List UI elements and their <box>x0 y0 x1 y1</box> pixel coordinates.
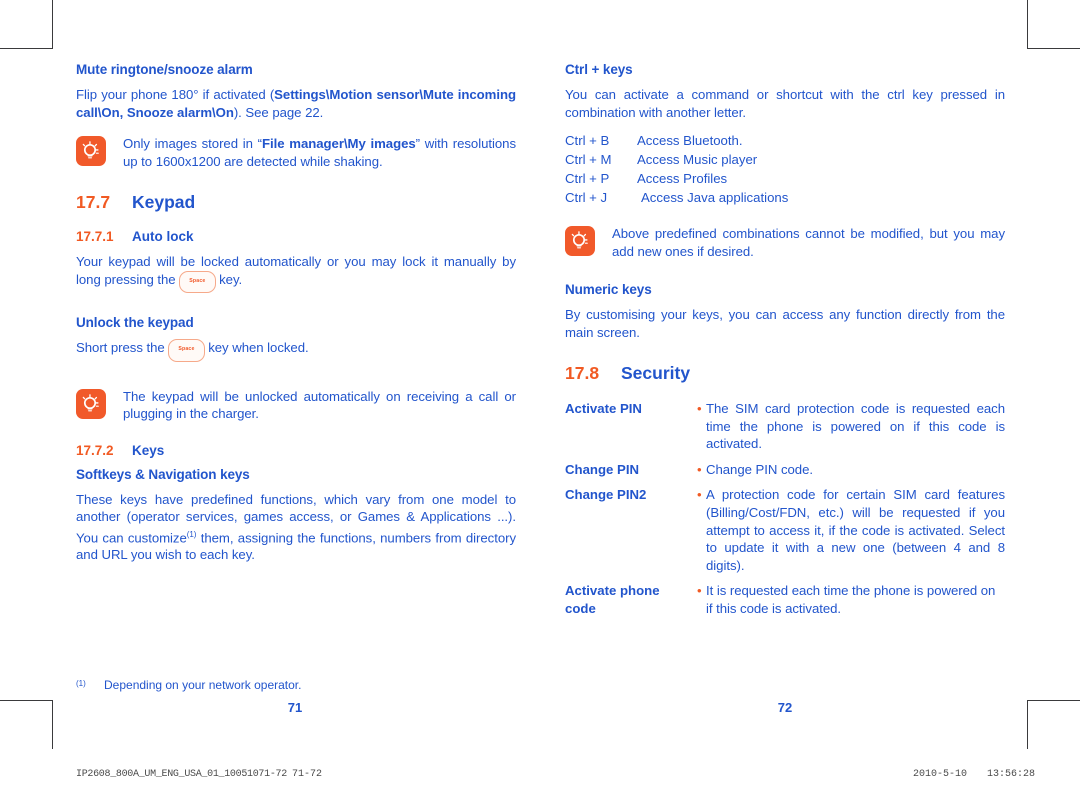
subsection-number-keys: 17.7.2 <box>76 442 114 458</box>
security-table-row: Activate phone code • It is requested ea… <box>565 582 1005 617</box>
mute-paragraph-pre: Flip your phone 180° if activated ( <box>76 87 275 102</box>
security-table-row: Activate PIN • The SIM card protection c… <box>565 400 1005 453</box>
subsection-title-auto-lock: 17.7.1 Auto lock <box>76 229 516 244</box>
numeric-keys-heading: Numeric keys <box>565 282 652 297</box>
ctrl-shortcut-combo: Ctrl + B <box>565 133 610 148</box>
bullet-icon: • <box>697 461 702 477</box>
tip-callout-images-text: Only images stored in “File manager\My i… <box>123 135 516 170</box>
mute-ringtone-heading: Mute ringtone/snooze alarm <box>76 62 253 77</box>
print-page-range: 71-72 <box>292 769 323 780</box>
ctrl-shortcut-combo: Ctrl + M <box>565 152 612 167</box>
security-description: • It is requested each time the phone is… <box>697 582 1005 617</box>
unlock-keypad-paragraph: Short press the Space key when locked. <box>76 339 516 362</box>
print-slug-line: IP2608_800A_UM_ENG_USA_01_10051071-72 71… <box>0 765 1080 787</box>
auto-lock-text-pre: Your keypad will be locked automatically… <box>76 254 516 287</box>
security-term: Activate phone code <box>565 583 660 616</box>
lightbulb-icon <box>565 226 595 256</box>
page-right: Ctrl + keys You can activate a command o… <box>565 62 1005 626</box>
footnote-text: Depending on your network operator. <box>104 678 302 692</box>
page-number-right: 72 <box>777 700 793 715</box>
print-filename: IP2608_800A_UM_ENG_USA_01_10051071-72 <box>76 769 287 780</box>
space-key-glyph: Space <box>179 270 216 293</box>
mute-paragraph-post: ). See page 22. <box>233 104 324 120</box>
security-description: • The SIM card protection code is reques… <box>697 400 1005 453</box>
security-table-row: Change PIN • Change PIN code. <box>565 461 1005 479</box>
section-title-security: 17.8 Security <box>565 363 1005 384</box>
softkeys-paragraph: These keys have predefined functions, wh… <box>76 491 516 564</box>
security-description-text: The SIM card protection code is requeste… <box>706 401 1005 452</box>
page-spread: Mute ringtone/snooze alarm Flip your pho… <box>0 0 1080 740</box>
security-description-text: Change PIN code. <box>706 461 813 477</box>
tip-images-path: File manager\My images <box>262 136 416 151</box>
space-key-glyph: Space <box>168 339 205 362</box>
auto-lock-paragraph: Your keypad will be locked automatically… <box>76 253 516 293</box>
subsection-title-keys: 17.7.2 Keys <box>76 443 516 458</box>
tip-callout-unlock: The keypad will be unlocked automaticall… <box>76 388 516 423</box>
tip-callout-images: Only images stored in “File manager\My i… <box>76 135 516 170</box>
security-definition-table: Activate PIN • The SIM card protection c… <box>565 400 1005 618</box>
section-name-keypad: Keypad <box>132 192 196 212</box>
subsection-name-auto-lock: Auto lock <box>132 229 194 244</box>
footnote-marker: (1) <box>76 679 86 688</box>
softkeys-heading: Softkeys & Navigation keys <box>76 466 250 482</box>
section-name-security: Security <box>621 363 691 383</box>
print-date: 2010-5-10 <box>913 769 968 780</box>
unlock-keypad-heading: Unlock the keypad <box>76 315 194 330</box>
subsection-number-auto-lock: 17.7.1 <box>76 229 114 244</box>
ctrl-shortcut-combo: Ctrl + P <box>565 171 610 186</box>
section-number-security: 17.8 <box>565 363 600 383</box>
security-table-row: Change PIN2 • A protection code for cert… <box>565 486 1005 574</box>
subsection-name-keys: Keys <box>132 442 165 458</box>
lightbulb-icon <box>76 388 106 419</box>
security-description-text: It is requested each time the phone is p… <box>706 583 996 616</box>
ctrl-shortcut-action: Access Bluetooth. <box>637 133 743 148</box>
security-term: Activate PIN <box>565 401 642 416</box>
print-time: 13:56:28 <box>987 769 1036 780</box>
ctrl-shortcut-list: Ctrl + B Access Bluetooth. Ctrl + M Acce… <box>565 131 1005 207</box>
security-term: Change PIN2 <box>565 487 647 503</box>
tip-callout-ctrl: Above predefined combinations cannot be … <box>565 225 1005 260</box>
ctrl-keys-intro: You can activate a command or shortcut w… <box>565 87 1005 120</box>
ctrl-shortcut-action: Access Profiles <box>637 171 728 186</box>
ctrl-shortcut-action: Access Java applications <box>641 190 789 205</box>
security-description: • A protection code for certain SIM card… <box>697 486 1005 574</box>
security-description-text: A protection code for certain SIM card f… <box>706 487 1005 573</box>
ctrl-shortcut-row: Ctrl + M Access Music player <box>565 150 1005 169</box>
unlock-text-pre: Short press the <box>76 340 165 355</box>
bullet-icon: • <box>697 401 702 416</box>
softkeys-footnote-marker: (1) <box>186 529 197 539</box>
ctrl-shortcut-row: Ctrl + B Access Bluetooth. <box>565 131 1005 150</box>
ctrl-shortcut-row: Ctrl + J Access Java applications <box>565 188 1005 207</box>
page-number-left: 71 <box>287 700 303 715</box>
ctrl-shortcut-action: Access Music player <box>637 152 758 167</box>
page-left: Mute ringtone/snooze alarm Flip your pho… <box>76 62 516 564</box>
auto-lock-text-post: key. <box>219 271 243 287</box>
section-number-keypad: 17.7 <box>76 192 111 212</box>
tip-callout-unlock-text: The keypad will be unlocked automaticall… <box>123 388 516 422</box>
ctrl-shortcut-row: Ctrl + P Access Profiles <box>565 169 1005 188</box>
tip-callout-ctrl-text: Above predefined combinations cannot be … <box>612 226 1005 259</box>
tip-images-pre: Only images stored in “ <box>123 136 263 151</box>
mute-ringtone-paragraph: Flip your phone 180° if activated (Setti… <box>76 86 516 121</box>
footnote: (1) Depending on your network operator. <box>76 678 301 692</box>
security-term: Change PIN <box>565 461 640 477</box>
numeric-keys-paragraph: By customising your keys, you can access… <box>565 307 1005 340</box>
bullet-icon: • <box>697 583 702 599</box>
section-title-keypad: 17.7 Keypad <box>76 192 516 213</box>
ctrl-shortcut-combo: Ctrl + J <box>565 190 608 205</box>
lightbulb-icon <box>76 136 106 166</box>
unlock-text-post: key when locked. <box>208 340 309 355</box>
bullet-icon: • <box>697 487 702 503</box>
ctrl-keys-heading: Ctrl + keys <box>565 62 633 77</box>
security-description: • Change PIN code. <box>697 461 1005 479</box>
